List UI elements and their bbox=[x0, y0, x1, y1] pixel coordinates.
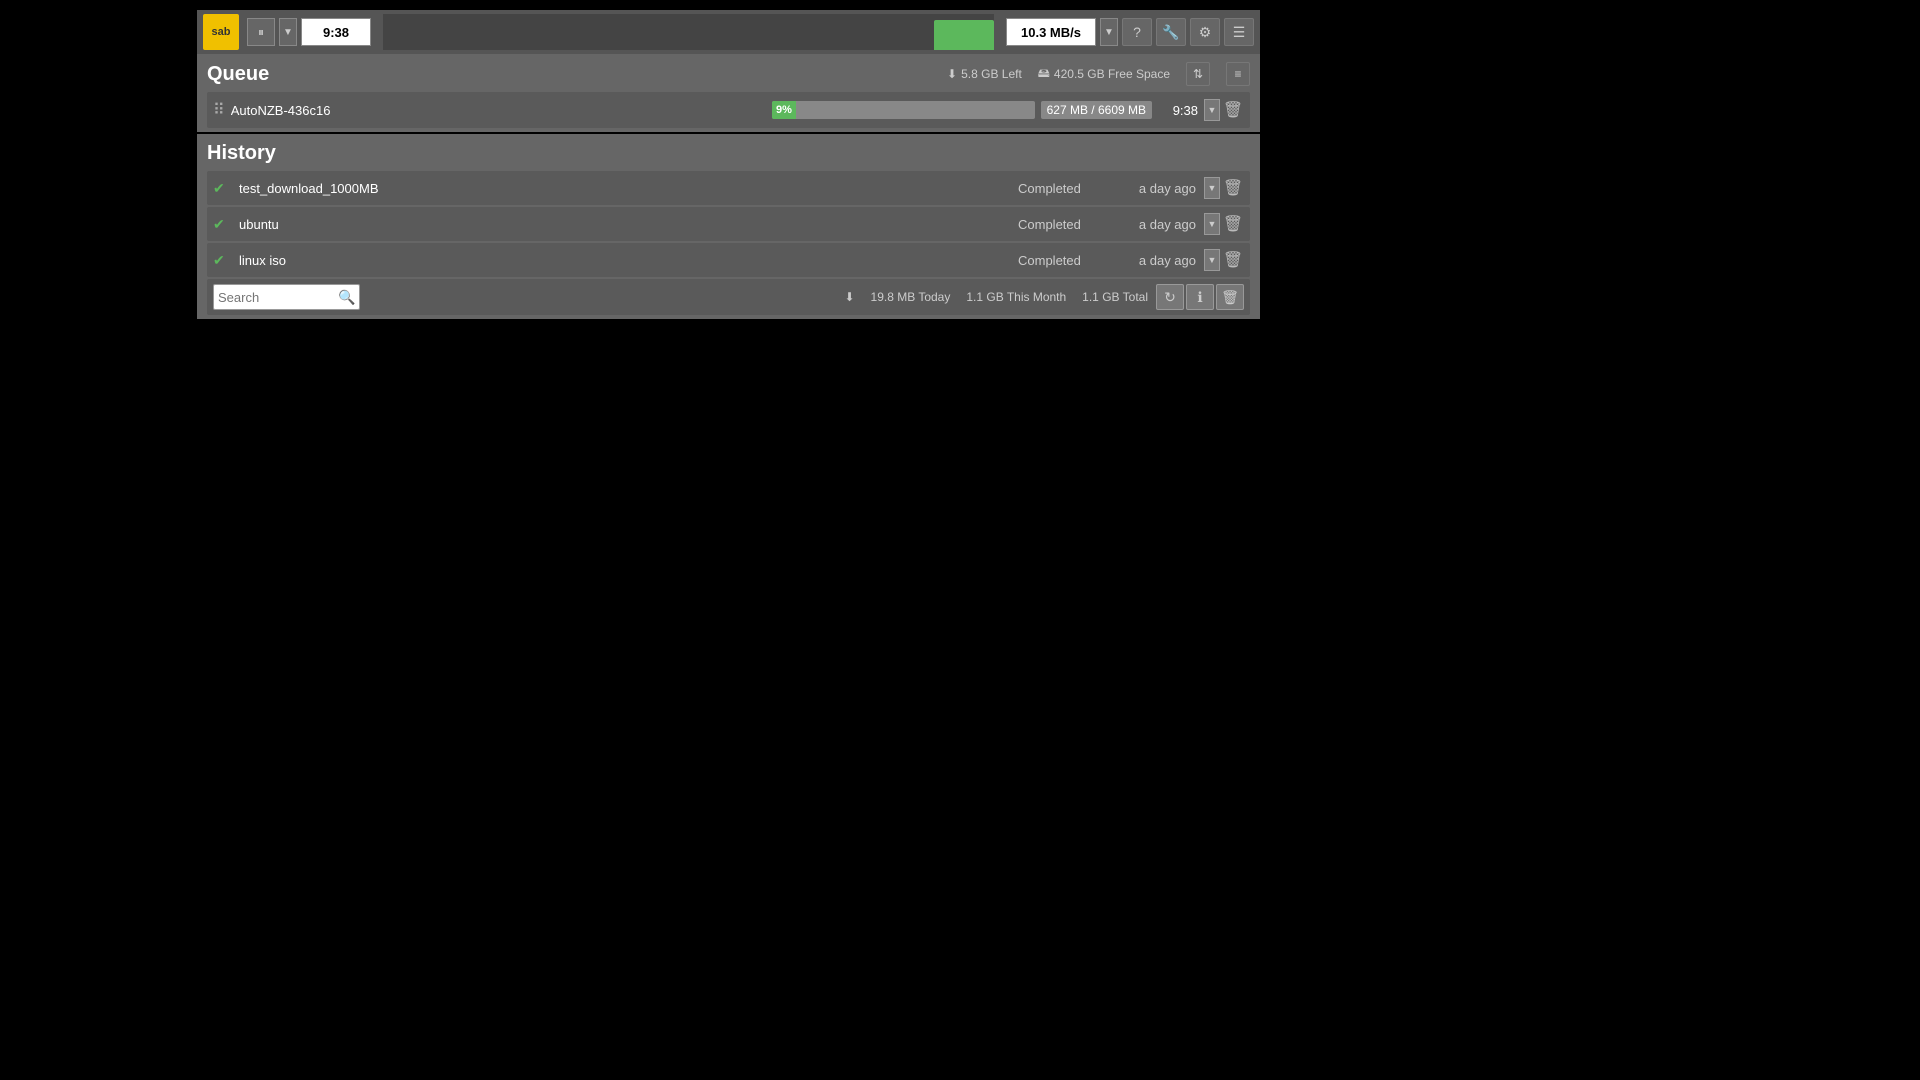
history-item-dropdown-2[interactable]: ▼ bbox=[1204, 249, 1220, 271]
list-icon: ≡ bbox=[1234, 67, 1241, 81]
history-item-time-1: a day ago bbox=[1116, 217, 1196, 232]
download-left-value: 5.8 GB Left bbox=[961, 67, 1022, 81]
speed-graph bbox=[383, 14, 994, 50]
footer-actions: ↻ ℹ 🗑 bbox=[1156, 284, 1244, 310]
free-space-value: 420.5 GB Free Space bbox=[1054, 67, 1170, 81]
history-row-actions-0: ▼ 🗑 bbox=[1204, 177, 1244, 199]
month-stat: 1.1 GB This Month bbox=[966, 290, 1066, 304]
queue-list-button[interactable]: ≡ bbox=[1226, 62, 1250, 86]
today-stat: 19.8 MB Today bbox=[871, 290, 951, 304]
wrench-icon: 🔧 bbox=[1162, 24, 1179, 41]
history-row-actions-2: ▼ 🗑 bbox=[1204, 249, 1244, 271]
progress-size: 627 MB / 6609 MB bbox=[1041, 101, 1152, 119]
drag-handle-icon: ⠿ bbox=[213, 100, 225, 120]
check-icon-2: ✔ bbox=[213, 252, 231, 269]
search-box: 🔍 bbox=[213, 284, 360, 310]
history-item-name-1: ubuntu bbox=[239, 217, 1010, 232]
wrench-button[interactable]: 🔧 bbox=[1156, 18, 1186, 46]
logo-text: sab bbox=[203, 14, 239, 50]
chevron-down-icon: ▼ bbox=[283, 27, 293, 38]
history-row-actions-1: ▼ 🗑 bbox=[1204, 213, 1244, 235]
queue-item-name: AutoNZB-436c16 bbox=[231, 103, 766, 118]
history-item-dropdown-0[interactable]: ▼ bbox=[1204, 177, 1220, 199]
trash-footer-icon: 🗑 bbox=[1221, 289, 1239, 306]
history-info-button[interactable]: ℹ bbox=[1186, 284, 1214, 310]
history-row-2: ✔ linux iso Completed a day ago ▼ 🗑 bbox=[207, 243, 1250, 277]
history-item-name-2: linux iso bbox=[239, 253, 1010, 268]
queue-title: Queue bbox=[207, 63, 269, 86]
search-input[interactable] bbox=[218, 290, 338, 305]
free-space-stat: 🖴 420.5 GB Free Space bbox=[1038, 64, 1170, 85]
chevron-down-speed-icon: ▼ bbox=[1104, 27, 1114, 38]
history-section: History ✔ test_download_1000MB Completed… bbox=[197, 134, 1260, 319]
history-item-status-1: Completed bbox=[1018, 217, 1108, 232]
queue-header: Queue ⬇ 5.8 GB Left 🖴 420.5 GB Free Spac… bbox=[207, 62, 1250, 86]
trash-icon-0: 🗑 bbox=[1223, 178, 1243, 198]
hdd-icon: 🖴 bbox=[1038, 64, 1050, 85]
footer-stats: ⬇ 19.8 MB Today 1.1 GB This Month 1.1 GB… bbox=[368, 290, 1148, 304]
history-title: History bbox=[207, 142, 276, 165]
history-item-time-2: a day ago bbox=[1116, 253, 1196, 268]
history-item-name-0: test_download_1000MB bbox=[239, 181, 1010, 196]
speed-display: 10.3 MB/s bbox=[1006, 18, 1096, 46]
download-icon-footer: ⬇ bbox=[844, 290, 854, 304]
check-icon-0: ✔ bbox=[213, 180, 231, 197]
trash-icon-2: 🗑 bbox=[1223, 250, 1243, 270]
queue-item-dropdown[interactable]: ▼ bbox=[1204, 99, 1220, 121]
download-left-stat: ⬇ 5.8 GB Left bbox=[947, 67, 1022, 81]
navbar: sab ⏸ ▼ 9:38 10.3 MB/s ▼ ? 🔧 ⚙ ☰ bbox=[197, 10, 1260, 54]
queue-row-actions: ▼ 🗑 bbox=[1204, 99, 1244, 121]
gear-icon: ⚙ bbox=[1199, 24, 1212, 41]
search-button[interactable]: 🔍 bbox=[338, 289, 355, 306]
time-display: 9:38 bbox=[301, 18, 371, 46]
history-item-status-2: Completed bbox=[1018, 253, 1108, 268]
trash-icon: 🗑 bbox=[1223, 100, 1243, 120]
history-item-delete-1[interactable]: 🗑 bbox=[1222, 213, 1244, 235]
info-icon: ℹ bbox=[1197, 289, 1202, 306]
pause-icon: ⏸ bbox=[258, 25, 264, 40]
logo: sab bbox=[203, 14, 239, 50]
queue-item-delete[interactable]: 🗑 bbox=[1222, 99, 1244, 121]
history-row-1: ✔ ubuntu Completed a day ago ▼ 🗑 bbox=[207, 207, 1250, 241]
history-item-delete-2[interactable]: 🗑 bbox=[1222, 249, 1244, 271]
queue-row: ⠿ AutoNZB-436c16 9% 627 MB / 6609 MB 9:3… bbox=[207, 92, 1250, 128]
progress-bar-bg: 9% bbox=[772, 101, 1035, 119]
settings-button[interactable]: ⚙ bbox=[1190, 18, 1220, 46]
pause-button[interactable]: ⏸ bbox=[247, 18, 275, 46]
history-refresh-button[interactable]: ↻ bbox=[1156, 284, 1184, 310]
history-item-dropdown-1[interactable]: ▼ bbox=[1204, 213, 1220, 235]
speed-dropdown-button[interactable]: ▼ bbox=[1100, 18, 1118, 46]
queue-sort-button[interactable]: ⇅ bbox=[1186, 62, 1210, 86]
history-delete-button[interactable]: 🗑 bbox=[1216, 284, 1244, 310]
speed-graph-bar bbox=[934, 20, 994, 50]
refresh-icon: ↻ bbox=[1164, 289, 1176, 306]
queue-time-left: 9:38 bbox=[1158, 103, 1198, 118]
history-header: History bbox=[207, 142, 1250, 165]
queue-stats: ⬇ 5.8 GB Left 🖴 420.5 GB Free Space ⇅ ≡ bbox=[947, 62, 1250, 86]
menu-button[interactable]: ☰ bbox=[1224, 18, 1254, 46]
check-icon-1: ✔ bbox=[213, 216, 231, 233]
trash-icon-1: 🗑 bbox=[1223, 214, 1243, 234]
search-icon: 🔍 bbox=[338, 289, 355, 306]
help-button[interactable]: ? bbox=[1122, 18, 1152, 46]
progress-container: 9% 627 MB / 6609 MB bbox=[772, 101, 1152, 119]
sort-icon: ⇅ bbox=[1193, 67, 1203, 81]
total-stat: 1.1 GB Total bbox=[1082, 290, 1148, 304]
history-footer: 🔍 ⬇ 19.8 MB Today 1.1 GB This Month 1.1 … bbox=[207, 279, 1250, 315]
history-item-delete-0[interactable]: 🗑 bbox=[1222, 177, 1244, 199]
history-item-time-0: a day ago bbox=[1116, 181, 1196, 196]
download-icon: ⬇ bbox=[947, 67, 957, 81]
progress-label: 9% bbox=[776, 104, 792, 116]
pause-dropdown-button[interactable]: ▼ bbox=[279, 18, 297, 46]
queue-section: Queue ⬇ 5.8 GB Left 🖴 420.5 GB Free Spac… bbox=[197, 54, 1260, 132]
history-item-status-0: Completed bbox=[1018, 181, 1108, 196]
hamburger-icon: ☰ bbox=[1233, 24, 1246, 41]
help-icon: ? bbox=[1133, 24, 1141, 40]
history-row: ✔ test_download_1000MB Completed a day a… bbox=[207, 171, 1250, 205]
